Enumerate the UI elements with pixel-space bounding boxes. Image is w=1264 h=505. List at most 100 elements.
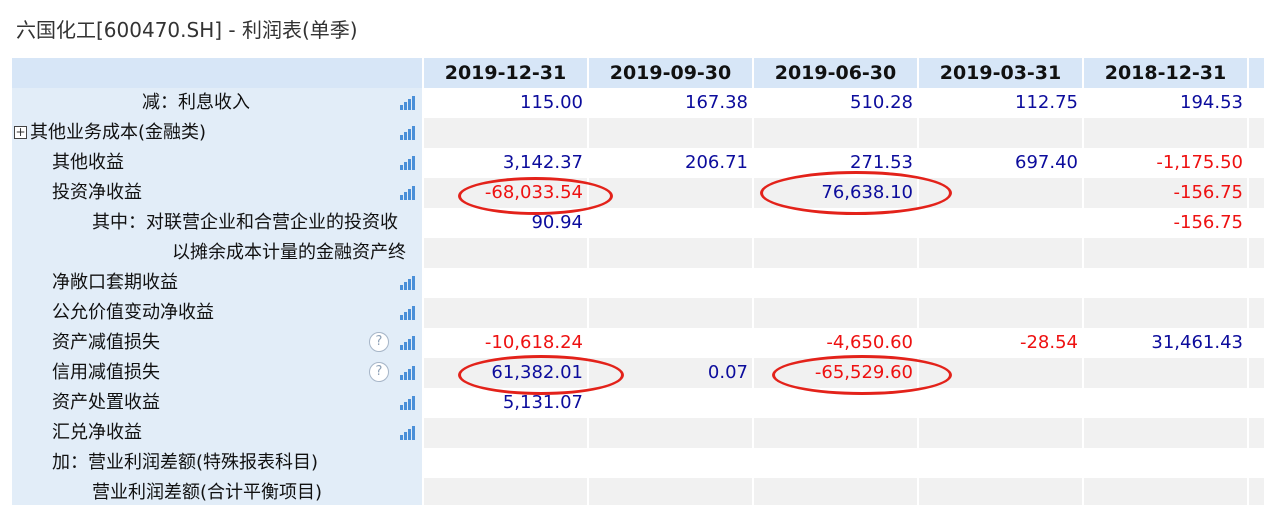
chart-icon-bar — [412, 336, 415, 350]
chart-icon-bar — [412, 276, 415, 290]
table-cell — [589, 118, 752, 148]
chart-icon-bar — [408, 309, 411, 320]
table-cell: -156.75 — [1173, 212, 1243, 233]
column-date[interactable]: 2019-12-31 — [424, 58, 587, 88]
row-label-cell: 其他收益 — [12, 148, 422, 178]
table-cell — [424, 268, 587, 298]
table-cell: 206.71 — [685, 152, 748, 173]
chart-icon-bar — [408, 279, 411, 290]
row-label-cell: 资产处置收益 — [12, 388, 422, 418]
chart-icon-bar — [408, 159, 411, 170]
chart-icon[interactable] — [400, 366, 415, 380]
chart-icon-bar — [412, 156, 415, 170]
row-label-cell: 减：利息收入 — [12, 88, 422, 118]
table-cell — [589, 418, 752, 448]
chart-icon-bar — [404, 282, 407, 290]
chart-icon[interactable] — [400, 336, 415, 350]
column-date[interactable]: 2019-09-30 — [589, 58, 752, 88]
header-cell — [1249, 58, 1264, 88]
table-cell — [589, 448, 752, 478]
table-cell: 510.28 — [850, 92, 913, 113]
chart-icon-bar — [412, 426, 415, 440]
chart-icon-bar — [400, 165, 403, 170]
column-separator — [1247, 58, 1249, 505]
table-cell — [1084, 358, 1247, 388]
table-cell — [424, 478, 587, 505]
column-date[interactable]: 2019-03-31 — [919, 58, 1082, 88]
chart-icon[interactable] — [400, 396, 415, 410]
table-row: 资产减值损失? -10,618.24 -4,650.60 -28.54 31,461.4… — [12, 328, 1264, 358]
table-cell — [1084, 268, 1247, 298]
help-icon[interactable]: ? — [369, 362, 389, 382]
row-label: 资产处置收益 — [52, 392, 160, 413]
row-label: 投资净收益 — [52, 182, 142, 203]
table-cell — [919, 118, 1082, 148]
table-cell — [919, 268, 1082, 298]
chart-icon-bar — [412, 366, 415, 380]
chart-icon-bar — [404, 342, 407, 350]
table-cell — [424, 418, 587, 448]
table-cell — [589, 298, 752, 328]
highlight-ellipse — [772, 355, 952, 395]
row-label-cell: 其中：对联营企业和合营企业的投资收 — [12, 208, 422, 238]
chart-icon-bar — [412, 396, 415, 410]
chart-icon[interactable] — [400, 276, 415, 290]
column-separator — [587, 58, 589, 505]
chart-icon-bar — [404, 192, 407, 200]
chart-icon-bar — [408, 339, 411, 350]
table-cell: -1,175.50 — [1156, 152, 1243, 173]
table-row: 加：营业利润差额(特殊报表科目) — [12, 448, 1264, 478]
table-cell — [919, 478, 1082, 505]
table-cell: -10,618.24 — [484, 332, 583, 353]
expand-icon[interactable]: + — [14, 126, 27, 139]
table-cell — [1084, 478, 1247, 505]
table-cell: 194.53 — [1180, 92, 1243, 113]
row-label-cell: 投资净收益 — [12, 178, 422, 208]
table-cell: -156.75 — [1173, 182, 1243, 203]
table-cell — [1084, 238, 1247, 268]
column-separator — [1082, 58, 1084, 505]
table-cell — [589, 478, 752, 505]
highlight-ellipse — [458, 355, 624, 395]
table-row: 汇兑净收益 — [12, 418, 1264, 448]
chart-icon-bar — [408, 99, 411, 110]
table-cell — [1084, 448, 1247, 478]
chart-icon[interactable] — [400, 156, 415, 170]
income-statement-table: 2019-12-31 2019-09-30 2019-06-30 2019-03-31… — [12, 58, 1264, 505]
chart-icon-bar — [404, 102, 407, 110]
column-date[interactable]: 2019-06-30 — [754, 58, 917, 88]
highlight-ellipse — [760, 171, 952, 215]
chart-icon[interactable] — [400, 306, 415, 320]
table-row: 公允价值变动净收益 — [12, 298, 1264, 328]
chart-icon[interactable] — [400, 96, 415, 110]
row-label: 其中：对联营企业和合营企业的投资收 — [92, 212, 398, 233]
table-cell — [754, 238, 917, 268]
help-icon[interactable]: ? — [369, 332, 389, 352]
table-cell — [589, 178, 752, 208]
row-label: 其他业务成本(金融类) — [30, 122, 207, 143]
row-label-cell: 以摊余成本计量的金融资产终 — [12, 238, 422, 268]
chart-icon-bar — [412, 186, 415, 200]
table-row: 以摊余成本计量的金融资产终 — [12, 238, 1264, 268]
table-cell — [589, 388, 752, 418]
table-cell — [1084, 388, 1247, 418]
row-label: 营业利润差额(合计平衡项目) — [92, 482, 323, 503]
chart-icon-bar — [400, 405, 403, 410]
chart-icon-bar — [408, 369, 411, 380]
chart-icon-bar — [400, 135, 403, 140]
chart-icon-bar — [404, 312, 407, 320]
table-cell: 3,142.37 — [502, 152, 583, 173]
chart-icon[interactable] — [400, 186, 415, 200]
chart-icon[interactable] — [400, 426, 415, 440]
chart-icon-bar — [400, 195, 403, 200]
window-title: 六国化工[600470.SH] - 利润表(单季) — [16, 18, 358, 42]
row-label-cell: 净敞口套期收益 — [12, 268, 422, 298]
row-label: 以摊余成本计量的金融资产终 — [172, 242, 406, 263]
column-separator — [917, 58, 919, 505]
table-cell — [919, 238, 1082, 268]
chart-icon[interactable] — [400, 126, 415, 140]
chart-icon-bar — [412, 126, 415, 140]
table-row: 投资净收益 -68,033.54 76,638.10 -156.75 — [12, 178, 1264, 208]
table-row: + 其他业务成本(金融类) — [12, 118, 1264, 148]
column-date[interactable]: 2018-12-31 — [1084, 58, 1247, 88]
